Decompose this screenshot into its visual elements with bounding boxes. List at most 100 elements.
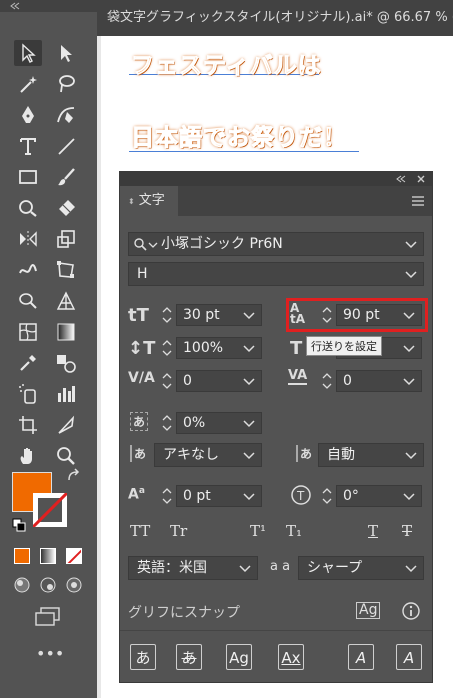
all-caps-button[interactable]: TT	[130, 522, 150, 540]
close-icon[interactable]	[416, 174, 426, 184]
snap-angular-button[interactable]: A	[348, 644, 374, 670]
zoom-tool[interactable]	[52, 443, 80, 469]
chevron-down-icon[interactable]	[243, 451, 255, 460]
chevron-down-icon[interactable]	[405, 240, 417, 249]
heading-text-2[interactable]: 日本語でお祭りだ！	[131, 118, 347, 152]
paintbrush-tool[interactable]	[52, 164, 80, 190]
curvature-tool[interactable]	[52, 102, 80, 128]
warp-tool[interactable]	[14, 257, 42, 283]
more-tools-icon[interactable]: •••	[36, 644, 64, 663]
font-size-stepper-icon[interactable]	[160, 304, 174, 326]
chevron-down-icon[interactable]	[243, 377, 255, 386]
font-style-field[interactable]: H	[128, 262, 424, 286]
chevron-down-icon[interactable]	[405, 564, 417, 573]
perspective-grid-tool[interactable]	[52, 288, 80, 314]
vertical-scale-stepper-icon[interactable]	[160, 337, 174, 359]
leading-stepper-icon[interactable]	[320, 304, 334, 326]
mesh-tool[interactable]	[14, 319, 42, 345]
stroke-swatch[interactable]	[33, 493, 67, 527]
chevron-down-icon[interactable]	[403, 492, 415, 501]
tsume-input[interactable]: 0%	[176, 412, 262, 434]
chevron-down-icon[interactable]	[239, 564, 251, 573]
screen-mode-icon[interactable]	[33, 606, 63, 628]
rotation-stepper-icon[interactable]	[320, 485, 334, 507]
color-mode-button[interactable]	[14, 548, 30, 564]
selection-tool[interactable]	[14, 40, 42, 66]
collapse-panel-icon[interactable]	[396, 175, 406, 183]
chevron-down-icon[interactable]	[243, 419, 255, 428]
line-tool[interactable]	[52, 133, 80, 159]
baseline-shift-stepper-icon[interactable]	[160, 485, 174, 507]
snap-xheight-button[interactable]: あ	[176, 644, 202, 670]
snap-anchor-button[interactable]: A	[396, 644, 422, 670]
reflect-tool[interactable]	[14, 226, 42, 252]
hand-tool[interactable]	[14, 443, 42, 469]
direct-selection-tool[interactable]	[52, 40, 80, 66]
vertical-scale-input[interactable]: 100%	[176, 337, 262, 359]
symbol-sprayer-tool[interactable]	[14, 381, 42, 407]
chevron-down-icon[interactable]	[243, 492, 255, 501]
antialias-select[interactable]: シャープ	[298, 556, 424, 580]
underline-button[interactable]: T	[368, 522, 378, 540]
aki-right-select[interactable]: 自動	[318, 443, 424, 467]
draw-normal-icon[interactable]	[13, 576, 31, 594]
tracking-stepper-icon[interactable]	[320, 370, 334, 392]
rectangle-tool[interactable]	[14, 164, 42, 190]
none-mode-button[interactable]	[66, 548, 82, 564]
chevron-down-icon[interactable]	[403, 344, 415, 353]
chevron-down-icon[interactable]	[243, 311, 255, 320]
tab-character[interactable]: ⬍ 文字	[120, 186, 178, 216]
chevron-down-icon[interactable]	[405, 451, 417, 460]
pen-tool[interactable]	[14, 102, 42, 128]
panel-menu-icon[interactable]	[412, 196, 424, 206]
heading-text-1[interactable]: フェスティバルは	[131, 46, 322, 80]
swap-fill-stroke-icon[interactable]	[66, 468, 82, 484]
language-select[interactable]: 英語：米国	[128, 556, 258, 580]
draw-behind-icon[interactable]	[39, 576, 57, 594]
shape-builder-tool[interactable]	[14, 288, 42, 314]
font-family-field[interactable]: 小塚ゴシック Pr6N	[128, 232, 424, 256]
glyph-snap-settings-icon[interactable]: Ag	[356, 602, 381, 619]
document-tab[interactable]: 袋文字グラフィックスタイル(オリジナル).ai* @ 66.67 % (RG	[97, 0, 453, 36]
slice-tool[interactable]	[52, 412, 80, 438]
chevron-down-icon[interactable]	[243, 344, 255, 353]
subscript-button[interactable]: T₁	[286, 522, 302, 540]
default-colors-icon[interactable]	[12, 518, 26, 532]
strikethrough-button[interactable]: T	[402, 522, 412, 540]
tsume-stepper-icon[interactable]	[160, 412, 174, 434]
eraser-tool[interactable]	[52, 195, 80, 221]
panel-titlebar[interactable]	[120, 172, 432, 186]
snap-glyph-bounds-button[interactable]: Ag	[226, 644, 252, 670]
artboard-tool[interactable]	[14, 412, 42, 438]
magic-wand-tool[interactable]	[14, 71, 42, 97]
type-tool[interactable]	[14, 133, 42, 159]
rotation-input[interactable]: 0°	[336, 485, 422, 507]
chevron-down-icon[interactable]	[405, 270, 417, 279]
baseline-shift-input[interactable]: 0 pt	[176, 485, 262, 507]
leading-input[interactable]: 90 pt	[336, 304, 422, 326]
tracking-input[interactable]: 0	[336, 370, 422, 392]
tools-panel-header[interactable]	[0, 0, 97, 12]
superscript-button[interactable]: T¹	[250, 522, 266, 540]
snap-baseline-button[interactable]: あ	[130, 644, 156, 670]
snap-proximity-button[interactable]: Ax	[278, 644, 304, 670]
kerning-stepper-icon[interactable]	[160, 370, 174, 392]
collapse-icon[interactable]	[10, 2, 20, 10]
column-graph-tool[interactable]	[52, 381, 80, 407]
eyedropper-tool[interactable]	[14, 350, 42, 376]
draw-inside-icon[interactable]	[65, 576, 83, 594]
chevron-down-icon[interactable]	[403, 377, 415, 386]
small-caps-button[interactable]: Tr	[170, 522, 187, 540]
blend-tool[interactable]	[52, 350, 80, 376]
shaper-tool[interactable]	[14, 195, 42, 221]
lasso-tool[interactable]	[52, 71, 80, 97]
scale-tool[interactable]	[52, 226, 80, 252]
kerning-input[interactable]: 0	[176, 370, 262, 392]
free-transform-tool[interactable]	[52, 257, 80, 283]
info-icon[interactable]	[402, 602, 420, 620]
gradient-tool[interactable]	[52, 319, 80, 345]
aki-left-select[interactable]: アキなし	[154, 443, 262, 467]
gradient-mode-button[interactable]	[40, 548, 56, 564]
chevron-down-icon[interactable]	[403, 311, 415, 320]
font-size-input[interactable]: 30 pt	[176, 304, 262, 326]
